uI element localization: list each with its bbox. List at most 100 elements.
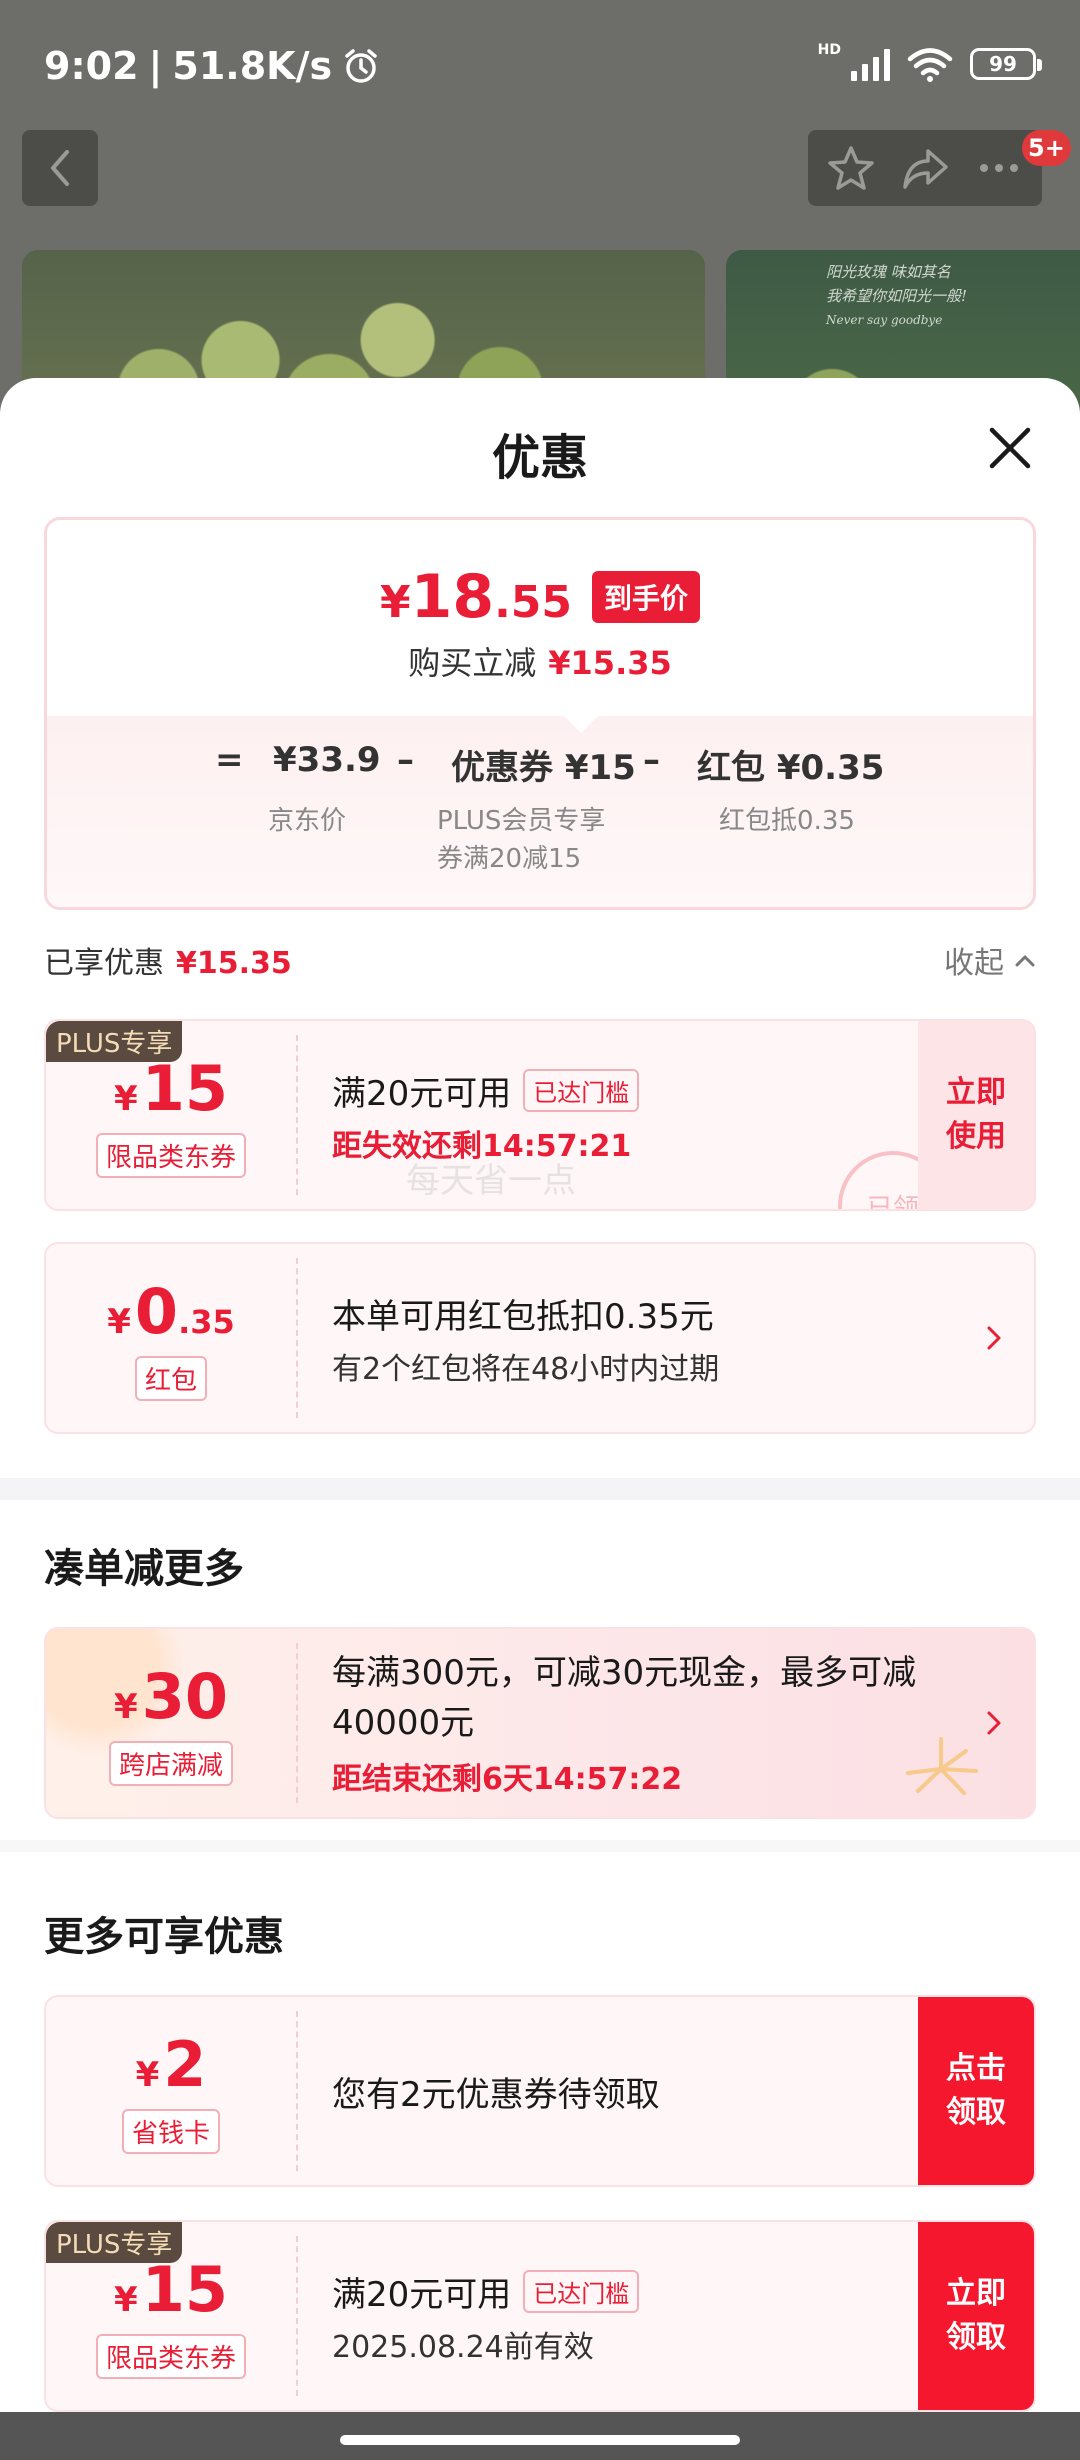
threshold-badge: 已达门槛 [523,2269,640,2313]
final-price-int: 18 [410,562,495,632]
coupon-amount: ¥15 [114,2253,228,2326]
section-separator [0,1840,1080,1852]
plus-badge: PLUS专享 [46,1021,183,1062]
coupon-amount-int: 15 [141,1052,228,1125]
coupon-type: 限品类东券 [95,2334,246,2379]
coupon-amount-int: 2 [163,2028,207,2101]
watermark-text: 每天省一点 [406,1161,576,1201]
claim-button[interactable]: 点击领取 [918,1997,1034,2185]
status-bar: 9:02 | 51.8K/s HD 99 [0,0,1080,136]
use-now-button[interactable]: 立即使用 [918,1021,1034,1209]
wifi-icon [907,48,953,82]
purchase-reduce-label: 购买立减 [408,644,537,682]
chevron-right-icon[interactable] [986,1710,1002,1736]
coupon-amount-int: 0 [134,1275,179,1348]
section-separator [0,1478,1080,1500]
coupon-title: 每满300元，可减30元现金，最多可减40000元 [332,1653,917,1743]
sparkle-decoration-icon [906,1737,978,1795]
status-divider: | [148,44,163,88]
section-title-more-offers: 更多可享优惠 [44,1914,284,1960]
star-icon[interactable] [826,143,876,193]
product-image-caption: 阳光玫瑰 味如其名 我希望你如阳光一般! Never say goodbye [826,260,967,332]
coupon-title: 满20元可用 [332,1073,512,1114]
coupon-divider [296,1258,298,1418]
plus-badge: PLUS专享 [46,2222,183,2263]
chevron-right-icon[interactable] [986,1325,1002,1351]
section-title-more-deals: 凑单减更多 [44,1546,244,1592]
currency-symbol: ¥ [379,577,411,628]
claim-label: 点击领取 [946,2051,1006,2130]
coupon-title-row: 满20元可用 已达门槛 [332,2267,640,2316]
signal-icon [851,47,890,81]
coupon-amount: ¥2 [136,2028,207,2101]
final-price-value: ¥18.55 [380,562,572,632]
back-button[interactable] [22,130,98,206]
enjoyed-value: ¥15.35 [176,946,292,981]
coupon-left: ¥2 省钱卡 [46,1997,296,2185]
coupon-left: ¥30 跨店满减 [46,1629,296,1817]
battery-level: 99 [989,52,1017,76]
home-indicator[interactable] [340,2435,740,2445]
claim-button[interactable]: 立即领取 [918,2222,1034,2410]
status-time: 9:02 [44,44,139,88]
coupon-info: 本单可用红包抵扣0.35元 有2个红包将在48小时内过期 [332,1244,719,1432]
coupon-divider [296,2011,298,2171]
red-packet-label: 红包抵0.35 [719,806,855,836]
collapse-label: 收起 [944,946,1004,981]
coupon-title-row: 满20元可用 已达门槛 [332,1066,640,1115]
coupon-amount-int: 15 [141,2253,228,2326]
formula-minus: – [643,740,660,780]
coupon-title: 您有2元优惠券待领取 [332,2074,660,2115]
currency-symbol: ¥ [135,2055,160,2095]
status-net-speed: 51.8K/s [172,44,333,88]
formula-minus: – [397,740,414,780]
coupon-amount: ¥0.35 [107,1275,235,1348]
use-now-label: 立即使用 [946,1075,1006,1154]
saving-card-offer[interactable]: ¥2 省钱卡 您有2元优惠券待领取 点击领取 [44,1995,1036,2187]
coupon-card[interactable]: ¥15 限品类东券 PLUS专享 满20元可用 已达门槛 距失效还剩14:57:2… [44,1019,1036,1211]
claim-label: 立即领取 [946,2276,1006,2355]
collapse-button[interactable]: 收起 [944,938,1036,982]
close-icon[interactable] [980,418,1040,478]
currency-symbol: ¥ [114,1079,138,1119]
plus-coupon-offer[interactable]: ¥15 限品类东券 PLUS专享 满20元可用 已达门槛 2025.08.24前有… [44,2220,1036,2412]
caption-line: Never say goodbye [826,313,943,327]
price-summary-card: ¥18.55 到手价 购买立减 ¥15.35 = ¥33.9 – 优惠券 ¥15 … [44,517,1036,910]
more-icon[interactable] [974,143,1024,193]
coupon-subtitle: 有2个红包将在48小时内过期 [332,1351,720,1387]
chevron-up-icon [1015,955,1035,967]
coupon-validity: 2025.08.24前有效 [332,2329,594,2365]
status-right: HD 99 [818,42,1042,82]
threshold-badge: 已达门槛 [523,1068,640,1112]
coupon-info: 满20元可用 已达门槛 2025.08.24前有效 [332,2222,640,2410]
coupon-title: 满20元可用 [332,2274,512,2315]
coupon-type: 跨店满减 [108,1741,233,1786]
coupon-divider [296,1035,298,1195]
coupon-divider [296,2236,298,2396]
coupon-divider [296,1643,298,1803]
coupon-amount-dec: .35 [178,1303,235,1341]
coupon-type: 限品类东券 [95,1133,246,1178]
coupon-discount-label: PLUS会员专享 券满20减15 [437,806,606,874]
final-price-dec: .55 [494,577,573,628]
caption-line: 阳光玫瑰 味如其名 [826,263,951,281]
coupon-discount-value: 优惠券 ¥15 [451,748,636,788]
discount-sheet: 优惠 ¥18.55 到手价 购买立减 ¥15.35 = ¥33.9 – 优惠券 ¥… [0,378,1080,2460]
cross-store-promo-card[interactable]: ¥30 跨店满减 每满300元，可减30元现金，最多可减40000元 距结束还剩… [44,1627,1036,1819]
purchase-reduce-line: 购买立减 ¥15.35 [47,638,1033,684]
chevron-left-icon [51,150,69,186]
red-packet-card[interactable]: ¥0.35 红包 本单可用红包抵扣0.35元 有2个红包将在48小时内过期 [44,1242,1036,1434]
coupon-info: 每满300元，可减30元现金，最多可减40000元 距结束还剩6天14:57:2… [332,1629,992,1817]
enjoyed-label: 已享优惠 [44,946,164,981]
caption-line: 我希望你如阳光一般! [826,287,968,305]
hd-indicator: HD [817,42,841,58]
coupon-amount: ¥30 [114,1660,228,1733]
currency-symbol: ¥ [114,2280,138,2320]
coupon-left: ¥0.35 红包 [46,1244,296,1432]
top-right-actions [808,130,1042,206]
sheet-title: 优惠 [491,430,588,486]
share-icon[interactable] [900,143,950,193]
currency-symbol: ¥ [114,1687,138,1727]
purchase-reduce-value: ¥15.35 [548,644,672,682]
coupon-amount-int: 30 [141,1660,228,1733]
